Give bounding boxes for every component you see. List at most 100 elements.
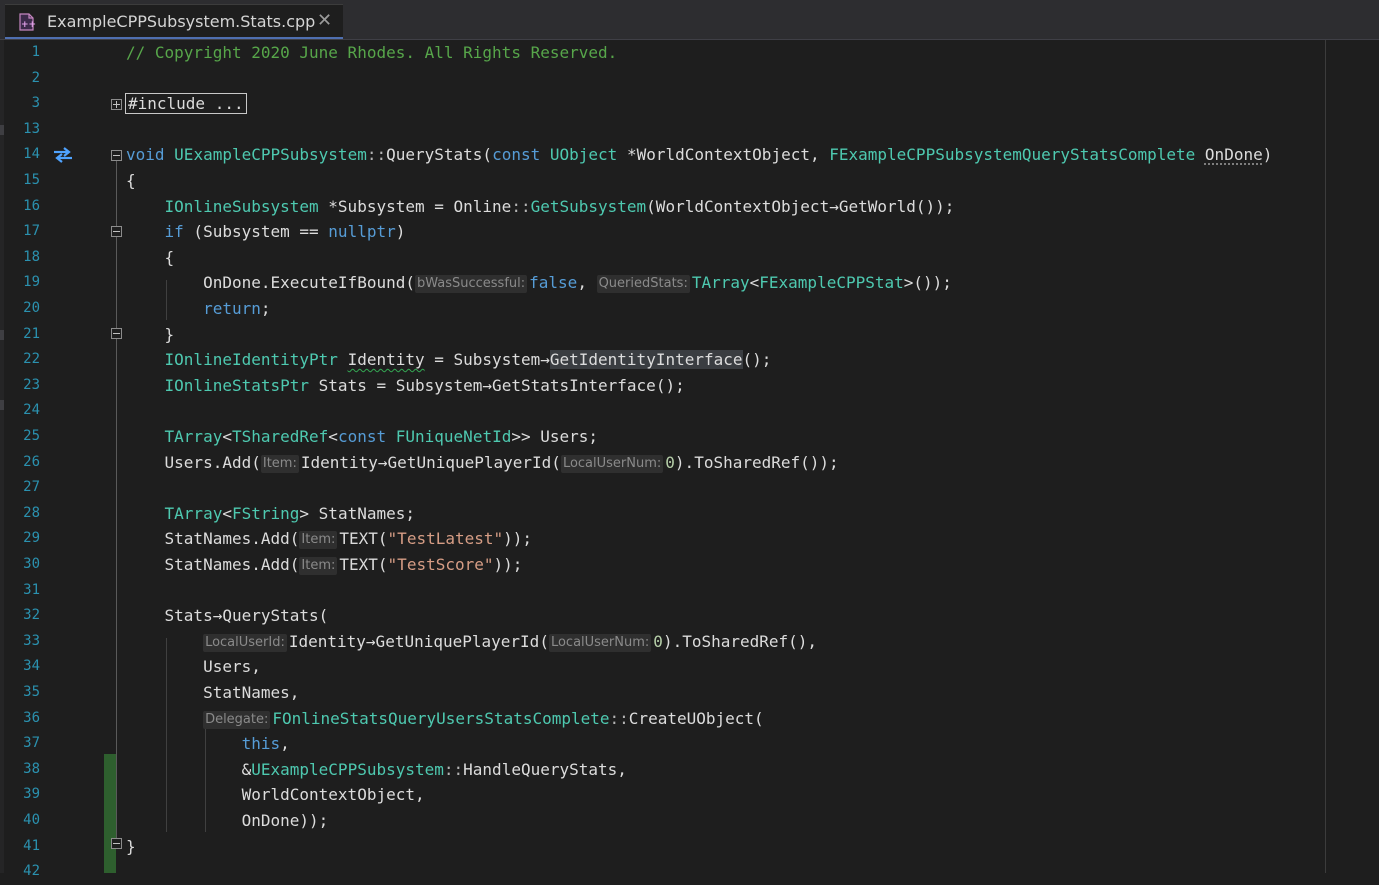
code-token: )); — [503, 529, 532, 548]
code-text[interactable]: TArray<FString> StatNames; — [126, 501, 415, 527]
code-token: Users.Add( — [126, 453, 261, 472]
code-line[interactable]: 15 { — [0, 168, 1379, 194]
code-token: < — [750, 273, 760, 292]
code-line[interactable]: 38 &UExampleCPPSubsystem::HandleQuerySta… — [0, 757, 1379, 783]
code-line[interactable]: 2 — [0, 66, 1379, 92]
code-text[interactable]: TArray<TSharedRef<const FUniqueNetId>> U… — [126, 424, 598, 450]
code-line[interactable]: 14 void UExampleCPPSubsystem::QueryStats(… — [0, 142, 1379, 168]
line-number: 22 — [8, 347, 40, 373]
code-line[interactable]: 28 TArray<FString> StatNames; — [0, 501, 1379, 527]
code-line[interactable]: 21 } — [0, 322, 1379, 348]
code-line[interactable]: 30 StatNames.Add(Item: TEXT("TestScore"))… — [0, 552, 1379, 578]
code-line[interactable]: 34 Users, — [0, 654, 1379, 680]
code-line[interactable]: 17 if (Subsystem == nullptr) — [0, 219, 1379, 245]
code-text[interactable]: #include ... — [126, 91, 246, 117]
code-line[interactable]: 42 — [0, 859, 1379, 885]
code-token: CreateUObject( — [629, 709, 764, 728]
code-line[interactable]: 29 StatNames.Add(Item: TEXT("TestLatest")… — [0, 526, 1379, 552]
code-text[interactable]: } — [126, 322, 174, 348]
code-text[interactable]: if (Subsystem == nullptr) — [126, 219, 405, 245]
code-text[interactable]: OnDone)); — [126, 808, 328, 834]
code-text[interactable]: Users.Add(Item: Identity→GetUniquePlayerI… — [126, 450, 839, 476]
parameter-hint: LocalUserNum: — [561, 455, 663, 473]
code-line[interactable]: 13 — [0, 117, 1379, 143]
type-name: TArray — [692, 273, 750, 292]
code-line[interactable]: 18 { — [0, 245, 1379, 271]
code-line[interactable]: 22 IOnlineIdentityPtr Identity = Subsyst… — [0, 347, 1379, 373]
line-number: 36 — [8, 706, 40, 732]
code-token: , — [577, 273, 596, 292]
code-text[interactable]: void UExampleCPPSubsystem::QueryStats(co… — [126, 142, 1272, 168]
code-text[interactable]: WorldContextObject, — [126, 782, 425, 808]
code-line[interactable]: 35 StatNames, — [0, 680, 1379, 706]
line-number: 38 — [8, 757, 40, 783]
code-text[interactable]: StatNames, — [126, 680, 299, 706]
code-token — [126, 376, 165, 395]
code-line[interactable]: 36 Delegate: FOnlineStatsQueryUsersStatsC… — [0, 706, 1379, 732]
code-line[interactable]: 25 TArray<TSharedRef<const FUniqueNetId>… — [0, 424, 1379, 450]
code-line[interactable]: 16 IOnlineSubsystem *Subsystem = Online:… — [0, 194, 1379, 220]
code-text[interactable]: &UExampleCPPSubsystem::HandleQueryStats, — [126, 757, 627, 783]
code-line[interactable]: 20 return; — [0, 296, 1379, 322]
line-number: 23 — [8, 373, 40, 399]
code-text[interactable]: Delegate: FOnlineStatsQueryUsersStatsComp… — [126, 706, 764, 732]
type-name: FString — [232, 504, 299, 523]
code-line[interactable]: 27 — [0, 475, 1379, 501]
code-line[interactable]: 40 OnDone)); — [0, 808, 1379, 834]
code-line[interactable]: 19 OnDone.ExecuteIfBound(bWasSuccessful:… — [0, 270, 1379, 296]
code-text[interactable]: // Copyright 2020 June Rhodes. All Right… — [126, 40, 617, 66]
code-text[interactable]: StatNames.Add(Item: TEXT("TestLatest")); — [126, 526, 532, 552]
line-number: 40 — [8, 808, 40, 834]
code-line[interactable]: 41} — [0, 834, 1379, 860]
code-token: StatNames.Add( — [126, 555, 299, 574]
code-text[interactable]: Users, — [126, 654, 261, 680]
code-text[interactable]: Stats→QueryStats( — [126, 603, 328, 629]
code-text[interactable]: LocalUserId: Identity→GetUniquePlayerId(L… — [126, 629, 817, 655]
code-text[interactable]: return; — [126, 296, 271, 322]
line-number: 13 — [8, 117, 40, 143]
code-line[interactable]: 26 Users.Add(Item: Identity→GetUniquePlay… — [0, 450, 1379, 476]
parameter-hint: Item: — [299, 557, 337, 575]
document-tab[interactable]: ++ ExampleCPPSubsystem.Stats.cpp ✕ — [5, 4, 343, 39]
comment: // Copyright 2020 June Rhodes. All Right… — [126, 43, 617, 62]
code-token: :: — [610, 709, 629, 728]
code-text[interactable]: } — [126, 834, 136, 860]
code-line[interactable]: 33 LocalUserId: Identity→GetUniquePlayerI… — [0, 629, 1379, 655]
code-line[interactable]: 39 WorldContextObject, — [0, 782, 1379, 808]
code-token — [126, 197, 165, 216]
code-token — [126, 222, 165, 241]
type-name: UExampleCPPSubsystem — [251, 760, 444, 779]
line-number: 1 — [8, 40, 40, 66]
code-token: ) — [1263, 145, 1273, 164]
code-text[interactable]: OnDone.ExecuteIfBound(bWasSuccessful: fal… — [126, 270, 952, 296]
code-line[interactable]: 24 — [0, 398, 1379, 424]
code-text[interactable]: { — [126, 168, 136, 194]
code-line[interactable]: 1 // Copyright 2020 June Rhodes. All Righ… — [0, 40, 1379, 66]
code-line[interactable]: 23 IOnlineStatsPtr Stats = Subsystem→Get… — [0, 373, 1379, 399]
code-editor[interactable]: 1 // Copyright 2020 June Rhodes. All Righ… — [0, 40, 1379, 873]
string-literal: "TestLatest" — [388, 529, 504, 548]
code-text[interactable]: this, — [126, 731, 290, 757]
close-icon[interactable]: ✕ — [317, 10, 332, 31]
code-line[interactable]: 31 — [0, 578, 1379, 604]
type-name: FExampleCPPSubsystemQueryStatsComplete — [829, 145, 1195, 164]
type-name: IOnlineIdentityPtr — [165, 350, 338, 369]
code-token: < — [328, 427, 338, 446]
code-line[interactable]: 32 Stats→QueryStats( — [0, 603, 1379, 629]
code-text[interactable]: StatNames.Add(Item: TEXT("TestScore")); — [126, 552, 522, 578]
code-token — [386, 427, 396, 446]
code-token: GetIdentityInterface — [550, 350, 743, 369]
code-line[interactable]: 37 this, — [0, 731, 1379, 757]
line-number: 19 — [8, 270, 40, 296]
code-text[interactable]: IOnlineSubsystem *Subsystem = Online::Ge… — [126, 194, 954, 220]
code-text[interactable]: IOnlineIdentityPtr Identity = Subsystem→… — [126, 347, 771, 373]
code-token: (Subsystem == — [184, 222, 329, 241]
parameter-hint: Delegate: — [203, 711, 270, 729]
code-text[interactable]: IOnlineStatsPtr Stats = Subsystem→GetSta… — [126, 373, 685, 399]
code-token: ).ToSharedRef(), — [663, 632, 817, 651]
collapsed-include-region[interactable]: #include ... — [126, 94, 246, 113]
line-number: 14 — [8, 142, 40, 168]
code-text[interactable]: { — [126, 245, 174, 271]
code-token: } — [126, 325, 174, 344]
code-line[interactable]: 3 #include ... — [0, 91, 1379, 117]
